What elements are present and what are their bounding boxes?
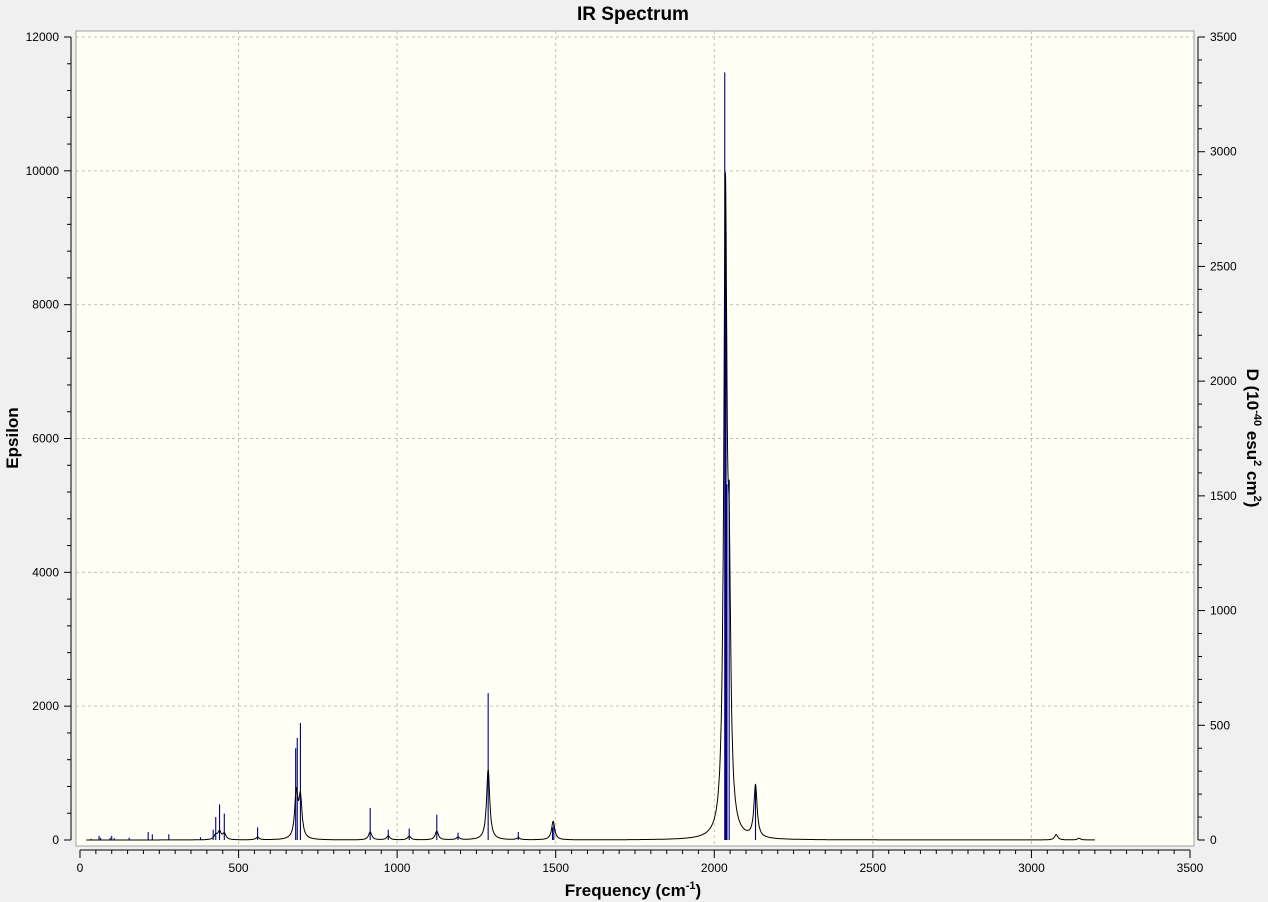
y2-tick-label: 1000 — [1210, 604, 1237, 618]
x-tick-label: 0 — [77, 861, 84, 875]
x-axis-label-main: Frequency (cm — [565, 881, 686, 900]
chart-title: IR Spectrum — [577, 4, 689, 25]
y-tick-label: 12000 — [26, 30, 60, 44]
x-tick-label: 1500 — [542, 861, 569, 875]
y2-tick-label: 500 — [1210, 718, 1230, 732]
y-tick-label: 6000 — [32, 432, 59, 446]
x-tick-label: 500 — [229, 861, 249, 875]
y2-tick-label: 2000 — [1210, 374, 1237, 388]
y-tick-label: 10000 — [26, 164, 60, 178]
x-tick-label: 2500 — [860, 861, 887, 875]
y2-tick-label: 3000 — [1210, 145, 1237, 159]
y-tick-label: 0 — [52, 833, 59, 847]
y-tick-label: 4000 — [32, 565, 59, 579]
y2-tick-label: 3500 — [1210, 30, 1237, 44]
y2-tick-label: 0 — [1210, 833, 1217, 847]
x-tick-label: 2000 — [701, 861, 728, 875]
y2-tick-label: 2500 — [1210, 259, 1237, 273]
y2-axis-label-part: esu — [1243, 426, 1262, 460]
y-axis-label: Epsilon — [3, 407, 22, 468]
ir-spectrum-chart: 0 500 1000 1500 2000 2500 3000 3500 0 2000 4000 60… — [0, 0, 1268, 902]
y2-axis-label-part: ) — [1243, 502, 1262, 508]
y2-axis-label-part: -40 — [1251, 410, 1263, 426]
y2-axis-label-part: cm — [1243, 466, 1262, 495]
x-tick-label: 1000 — [384, 861, 411, 875]
y2-tick-label: 1500 — [1210, 489, 1237, 503]
y-tick-label: 2000 — [32, 699, 59, 713]
x-axis-label-end: ) — [696, 881, 702, 900]
x-tick-label: 3500 — [1177, 861, 1204, 875]
x-axis-label-superscript: -1 — [686, 880, 696, 892]
y2-axis-label-part: D (10 — [1243, 369, 1262, 411]
y-tick-label: 8000 — [32, 298, 59, 312]
x-tick-label: 3000 — [1018, 861, 1045, 875]
x-axis-label: Frequency (cm-1) — [565, 880, 701, 900]
y2-axis-label: D (10-40 esu2 cm2) — [1243, 369, 1263, 508]
